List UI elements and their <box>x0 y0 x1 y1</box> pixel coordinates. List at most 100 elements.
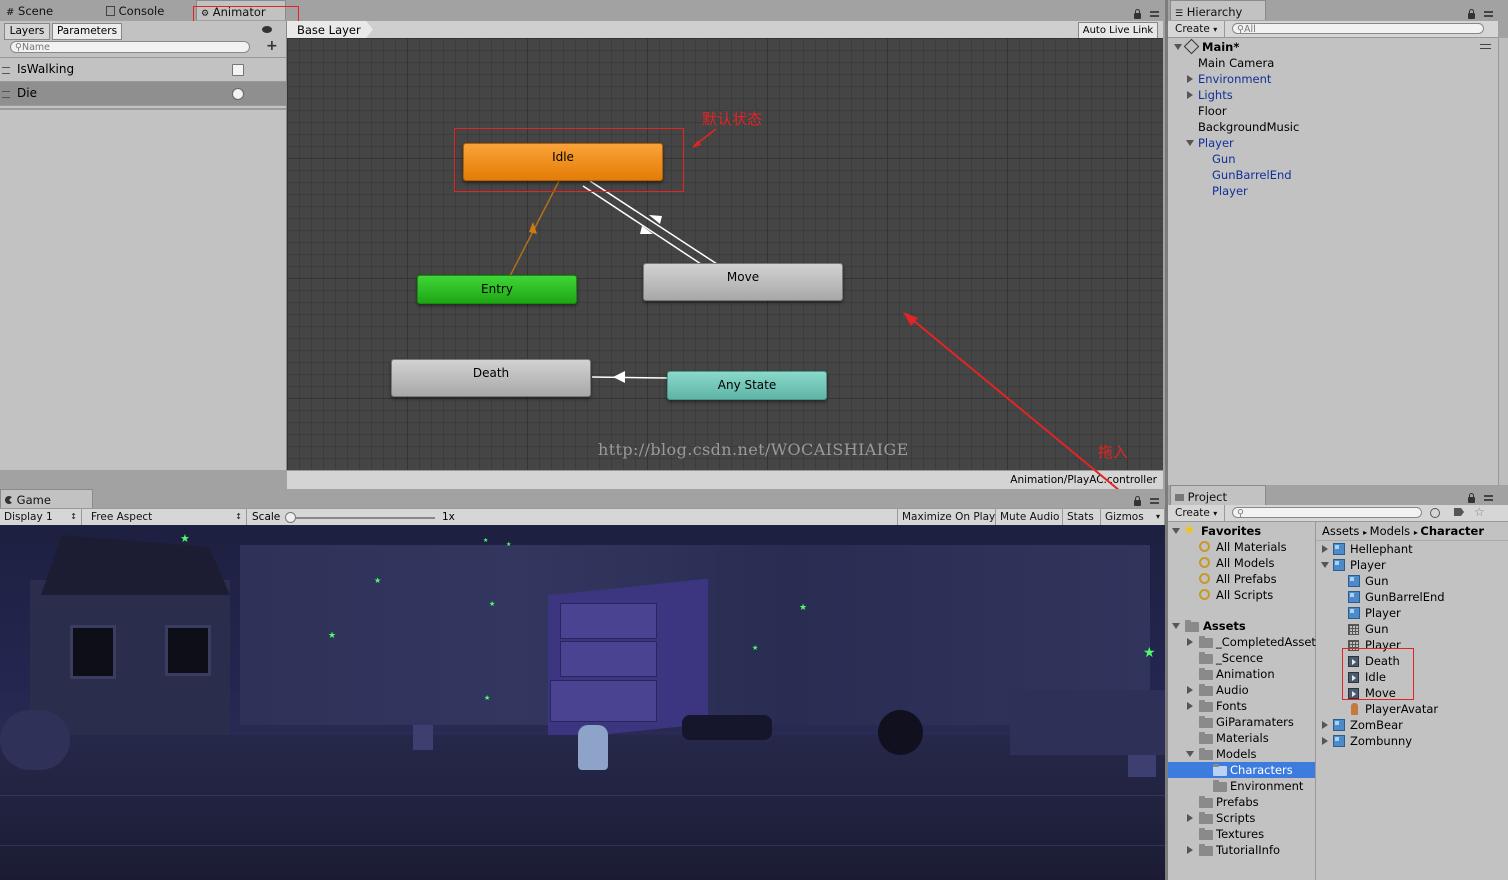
folder-item[interactable]: Textures <box>1168 826 1315 842</box>
tab-hierarchy[interactable]: ☰ Hierarchy <box>1170 0 1266 20</box>
panel-menu-icon[interactable] <box>1484 11 1493 17</box>
game-player-character <box>578 725 608 770</box>
folder-item[interactable]: _CompletedAsset <box>1168 634 1316 650</box>
folder-item[interactable]: Audio <box>1168 682 1315 698</box>
expand-arrow-icon[interactable] <box>1186 751 1194 757</box>
tab-game[interactable]: Game <box>0 489 93 508</box>
favorites-header[interactable]: ★ Favorites <box>1168 522 1315 539</box>
asset-item[interactable]: Player <box>1316 605 1508 621</box>
search-by-type-icon[interactable] <box>1430 508 1440 518</box>
asset-item[interactable]: Gun <box>1316 573 1508 589</box>
folder-item[interactable]: GiParamaters <box>1168 714 1315 730</box>
lock-icon[interactable] <box>1468 9 1475 19</box>
hierarchy-item[interactable]: Environment <box>1168 71 1498 87</box>
favorite-label: All Prefabs <box>1216 572 1277 586</box>
scene-row[interactable]: Main* <box>1168 38 1498 55</box>
folder-item[interactable]: Materials <box>1168 730 1315 746</box>
hierarchy-item-label: Player <box>1212 184 1248 198</box>
hierarchy-scrollbar[interactable] <box>1498 38 1508 485</box>
expand-arrow-icon[interactable] <box>1172 528 1180 534</box>
expand-arrow-icon[interactable] <box>1172 623 1180 629</box>
folder-item-selected[interactable]: Characters <box>1168 762 1315 778</box>
folder-item[interactable]: Prefabs <box>1168 794 1315 810</box>
expand-arrow-icon[interactable] <box>1322 721 1328 729</box>
asset-item[interactable]: GunBarrelEnd <box>1316 589 1508 605</box>
scene-menu-icon[interactable] <box>1480 44 1491 49</box>
expand-arrow-icon[interactable] <box>1187 846 1193 854</box>
mesh-grid-icon <box>1348 624 1359 635</box>
game-viewport[interactable]: ★ ★ ★ ★ ★ ★ ★ ★ ★ ★ <box>0 525 1165 880</box>
mute-audio-button[interactable]: Mute Audio <box>996 509 1063 525</box>
hierarchy-item-label: Gun <box>1212 152 1236 166</box>
asset-item[interactable]: Hellephant <box>1316 541 1508 557</box>
folder-label: Textures <box>1216 827 1265 841</box>
hierarchy-item[interactable]: Gun <box>1168 151 1498 167</box>
favorite-item[interactable]: All Scripts <box>1168 587 1315 603</box>
expand-arrow-icon[interactable] <box>1186 140 1194 146</box>
folder-label: Models <box>1216 747 1257 761</box>
expand-arrow-icon[interactable] <box>1187 638 1193 646</box>
search-by-label-icon[interactable] <box>1454 508 1464 516</box>
hierarchy-search-input[interactable]: ⚲All <box>1232 23 1484 35</box>
hierarchy-item[interactable]: GunBarrelEnd <box>1168 167 1498 183</box>
folder-item[interactable]: TutorialInfo <box>1168 842 1315 858</box>
expand-arrow-icon[interactable] <box>1187 814 1193 822</box>
assets-header[interactable]: Assets <box>1168 618 1315 634</box>
folder-item[interactable]: Models <box>1168 746 1315 762</box>
hierarchy-create-button[interactable]: Create ▾ <box>1171 21 1225 37</box>
favorite-item[interactable]: All Models <box>1168 555 1315 571</box>
asset-label: ZomBear <box>1350 718 1403 732</box>
folder-icon <box>1199 732 1213 744</box>
panel-menu-icon[interactable] <box>1484 495 1493 501</box>
hierarchy-item-label: Player <box>1198 136 1234 150</box>
hierarchy-item[interactable]: BackgroundMusic <box>1168 119 1498 135</box>
scale-slider-thumb[interactable] <box>285 512 296 523</box>
chevron-updown-icon: ↕ <box>235 512 242 521</box>
chevron-down-icon: ▾ <box>1155 512 1160 521</box>
aspect-dropdown[interactable]: Free Aspect ↕ <box>87 509 247 525</box>
breadcrumb-item[interactable]: Assets <box>1322 524 1359 538</box>
folder-label: Scripts <box>1216 811 1256 825</box>
favorite-item[interactable]: All Materials <box>1168 539 1315 555</box>
asset-item[interactable]: PlayerAvatar <box>1316 701 1508 717</box>
game-toolbar: Display 1 ↕ Free Aspect ↕ Scale 1x Maxim… <box>0 508 1165 526</box>
asset-item[interactable]: Gun <box>1316 621 1508 637</box>
asset-item[interactable]: ZomBear <box>1316 717 1508 733</box>
asset-item[interactable]: Player <box>1316 557 1508 573</box>
project-search-input[interactable]: ⚲ <box>1232 507 1422 519</box>
expand-arrow-icon[interactable] <box>1187 75 1193 83</box>
hierarchy-item[interactable]: Floor <box>1168 103 1498 119</box>
tab-project[interactable]: Project <box>1170 485 1266 505</box>
expand-arrow-icon[interactable] <box>1321 562 1329 568</box>
lock-icon[interactable] <box>1468 493 1475 503</box>
display-dropdown[interactable]: Display 1 ↕ <box>0 509 82 525</box>
expand-arrow-icon <box>1174 44 1182 50</box>
stats-button[interactable]: Stats <box>1063 509 1101 525</box>
breadcrumb-item[interactable]: Models <box>1370 524 1411 538</box>
folder-item[interactable]: Environment <box>1168 778 1315 794</box>
expand-arrow-icon[interactable] <box>1322 737 1328 745</box>
panel-menu-icon[interactable] <box>1150 498 1159 504</box>
folder-item[interactable]: _Scence <box>1168 650 1315 666</box>
hierarchy-item[interactable]: Lights <box>1168 87 1498 103</box>
scale-slider-track[interactable] <box>290 517 435 519</box>
project-create-button[interactable]: Create ▾ <box>1171 505 1225 521</box>
hierarchy-item[interactable]: Player <box>1168 135 1498 151</box>
folder-item[interactable]: Scripts <box>1168 810 1315 826</box>
lock-icon[interactable] <box>1134 496 1141 506</box>
hierarchy-item[interactable]: Player <box>1168 183 1498 199</box>
asset-item[interactable]: Zombunny <box>1316 733 1508 749</box>
folder-icon <box>1199 828 1213 840</box>
maximize-on-play-button[interactable]: Maximize On Play <box>897 509 996 525</box>
favorite-item[interactable]: All Prefabs <box>1168 571 1315 587</box>
breadcrumb-item[interactable]: Character <box>1420 524 1484 538</box>
favorite-star-icon[interactable]: ☆ <box>1474 505 1485 519</box>
expand-arrow-icon[interactable] <box>1322 545 1328 553</box>
expand-arrow-icon[interactable] <box>1187 686 1193 694</box>
expand-arrow-icon[interactable] <box>1187 91 1193 99</box>
folder-item[interactable]: Animation <box>1168 666 1315 682</box>
folder-item[interactable]: Fonts <box>1168 698 1315 714</box>
expand-arrow-icon[interactable] <box>1187 702 1193 710</box>
hierarchy-item[interactable]: Main Camera <box>1168 55 1498 71</box>
gizmos-dropdown[interactable]: Gizmos ▾ <box>1101 509 1165 525</box>
